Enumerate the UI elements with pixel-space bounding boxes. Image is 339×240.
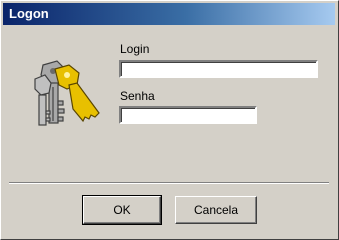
window-title: Logon [9,6,49,21]
ok-button[interactable]: OK [82,195,162,225]
keys-icon [34,60,100,126]
cancel-button[interactable]: Cancela [175,196,257,224]
title-bar[interactable]: Logon [3,3,335,25]
password-label: Senha [120,89,155,103]
divider [9,182,329,184]
login-label: Login [120,42,150,56]
logon-dialog: Logon Login Senha OK Cancela [0,0,339,240]
password-input[interactable] [119,106,257,124]
login-input[interactable] [119,60,318,78]
